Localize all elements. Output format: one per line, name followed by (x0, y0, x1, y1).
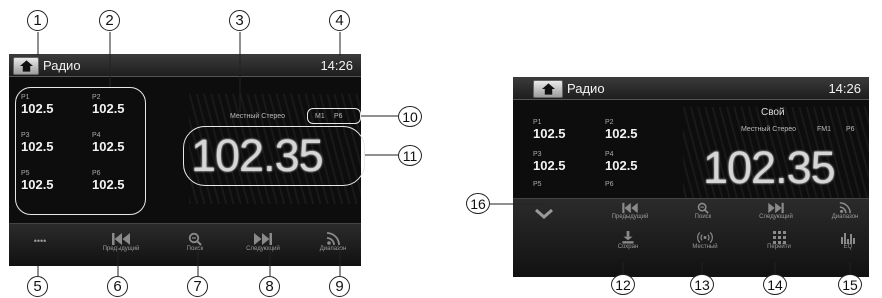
callout-11: 11 (398, 145, 422, 166)
callout-1: 1 (27, 10, 48, 31)
callout-6: 6 (107, 276, 128, 297)
callout-2: 2 (99, 10, 120, 31)
callout-14: 14 (763, 274, 787, 295)
callout-lines (37, 32, 851, 276)
callout-12: 12 (611, 274, 635, 295)
callout-3: 3 (229, 10, 250, 31)
callout-7: 7 (187, 276, 208, 297)
callout-15: 15 (838, 274, 862, 295)
callout-5: 5 (27, 276, 48, 297)
callout-8: 8 (259, 276, 280, 297)
callout-9: 9 (329, 276, 350, 297)
callout-16: 16 (466, 193, 490, 214)
callout-13: 13 (690, 274, 714, 295)
callout-4: 4 (329, 10, 350, 31)
callout-10: 10 (398, 106, 422, 127)
